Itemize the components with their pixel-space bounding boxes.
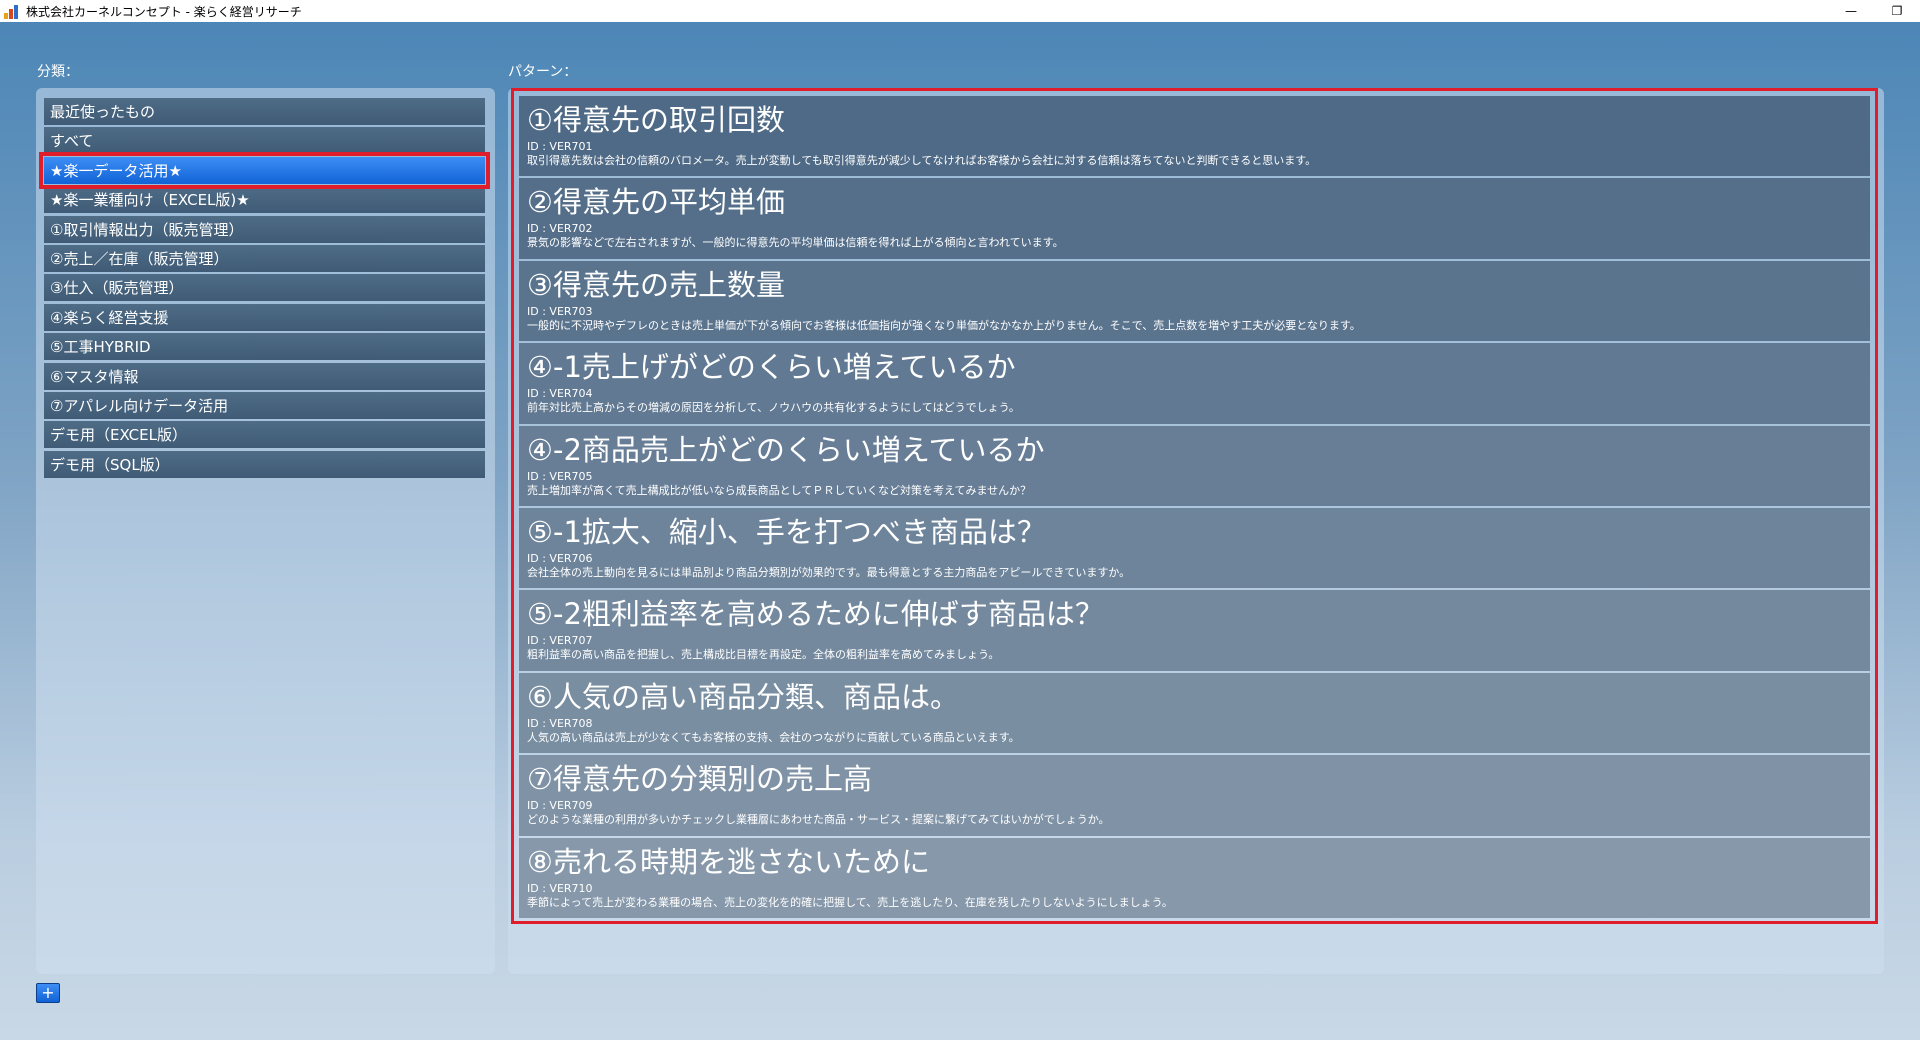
pattern-description: 会社全体の売上動向を見るには単品別より商品分類別が効果的です。最も得意とする主力…	[527, 565, 1131, 579]
pattern-title: ①得意先の取引回数	[527, 103, 785, 137]
pattern-id: ID : VER703	[527, 304, 593, 318]
pattern-id: ID : VER702	[527, 222, 593, 236]
pattern-label: パターン：	[508, 64, 578, 80]
minimize-button[interactable]: —	[1828, 0, 1874, 22]
category-item-management-support[interactable]: ④楽らく経営支援	[44, 303, 485, 331]
pattern-highlight-frame: ①得意先の取引回数 ID : VER701 取引得意先数は会社の信頼のバロメータ…	[511, 88, 1878, 924]
pattern-description: どのような業種の利用が多いかチェックし業種層にあわせた商品・サービス・提案に繋げ…	[527, 813, 1110, 827]
add-button[interactable]: +	[36, 983, 60, 1003]
pattern-title: ⑦得意先の分類別の売上高	[527, 762, 872, 797]
pattern-item[interactable]: ①得意先の取引回数 ID : VER701 取引得意先数は会社の信頼のバロメータ…	[519, 96, 1870, 177]
pattern-item[interactable]: ④-2商品売上がどのくらい増えているか ID : VER705 売上増加率が高く…	[519, 425, 1870, 506]
pattern-item[interactable]: ②得意先の平均単価 ID : VER702 景気の影響などで左右されますが、一般…	[519, 178, 1870, 259]
pattern-id: ID : VER704	[527, 387, 593, 401]
pattern-panel: ①得意先の取引回数 ID : VER701 取引得意先数は会社の信頼のバロメータ…	[508, 88, 1884, 974]
pattern-item[interactable]: ⑤-2粗利益率を高めるために伸ばす商品は？ ID : VER707 粗利益率の高…	[519, 590, 1870, 671]
pattern-description: 季節によって売上が変わる業種の場合、売上の変化を的確に把握して、売上を逃したり、…	[527, 895, 1173, 909]
pattern-id: ID : VER710	[527, 881, 593, 895]
category-item-demo-excel[interactable]: デモ用（EXCEL版）	[44, 421, 485, 449]
pattern-description: 粗利益率の高い商品を把握し、売上構成比目標を再設定。全体の粗利益率を高めてみまし…	[527, 648, 1000, 662]
pattern-description: 売上増加率が高くて売上構成比が低いなら成長商品としてＰＲしていくなど対策を考えて…	[527, 483, 1032, 497]
pattern-title: ⑤-1拡大、縮小、手を打つべき商品は？	[527, 514, 1046, 549]
category-item-rakuichi-industry[interactable]: ★楽一業種向け（EXCEL版)★	[44, 186, 485, 214]
pattern-title: ⑥人気の高い商品分類、商品は。	[527, 679, 959, 714]
category-item-master-info[interactable]: ⑥マスタ情報	[44, 362, 485, 390]
pattern-description: 人気の高い商品は売上が少なくてもお客様の支持、会社のつながりに貢献している商品と…	[527, 730, 1020, 744]
pattern-list: ①得意先の取引回数 ID : VER701 取引得意先数は会社の信頼のバロメータ…	[519, 96, 1870, 920]
category-item-transaction-output[interactable]: ①取引情報出力（販売管理）	[44, 215, 485, 243]
pattern-id: ID : VER709	[527, 799, 593, 813]
pattern-title: ⑧売れる時期を逃さないために	[527, 844, 930, 879]
pattern-item[interactable]: ④-1売上げがどのくらい増えているか ID : VER704 前年対比売上高から…	[519, 343, 1870, 424]
pattern-item[interactable]: ⑧売れる時期を逃さないために ID : VER710 季節によって売上が変わる業…	[519, 837, 1870, 918]
category-item-apparel[interactable]: ⑦アパレル向けデータ活用	[44, 391, 485, 419]
pattern-description: 前年対比売上高からその増減の原因を分析して、ノウハウの共有化するようにしてはどう…	[527, 401, 1020, 415]
pattern-id: ID : VER706	[527, 551, 593, 565]
pattern-description: 取引得意先数は会社の信頼のバロメータ。売上が変動しても取引得意先が減少してなけれ…	[527, 154, 1317, 167]
category-item-all[interactable]: すべて	[44, 127, 485, 155]
pattern-id: ID : VER705	[527, 469, 593, 483]
pattern-item[interactable]: ⑥人気の高い商品分類、商品は。 ID : VER708 人気の高い商品は売上が少…	[519, 672, 1870, 754]
category-label: 分類：	[37, 64, 79, 80]
category-item-demo-sql[interactable]: デモ用（SQL版）	[44, 450, 485, 478]
pattern-description: 一般的に不況時やデフレのときは売上単価が下がる傾向でお客様は低価指向が強くなり単…	[527, 318, 1361, 332]
pattern-title: ③得意先の売上数量	[527, 267, 785, 302]
category-item-construction-hybrid[interactable]: ⑤工事HYBRID	[44, 333, 485, 361]
pattern-id: ID : VER708	[527, 716, 593, 730]
pattern-id: ID : VER701	[527, 140, 593, 153]
pattern-item[interactable]: ⑦得意先の分類別の売上高 ID : VER709 どのような業種の利用が多いかチ…	[519, 755, 1870, 836]
category-item-rakuichi-data[interactable]: ★楽一データ活用★	[39, 151, 490, 189]
category-panel: 最近使ったもの すべて ★楽一データ活用★ ★楽一業種向け（EXCEL版)★ ①…	[36, 88, 495, 974]
pattern-title: ②得意先の平均単価	[527, 185, 785, 220]
pattern-title: ④-1売上げがどのくらい増えているか	[527, 350, 1016, 385]
pattern-description: 景気の影響などで左右されますが、一般的に得意先の平均単価は信頼を得れば上がる傾向…	[527, 236, 1064, 250]
pattern-title: ⑤-2粗利益率を高めるために伸ばす商品は？	[527, 597, 1104, 632]
pattern-id: ID : VER707	[527, 634, 593, 648]
pattern-item[interactable]: ⑤-1拡大、縮小、手を打つべき商品は？ ID : VER706 会社全体の売上動…	[519, 507, 1870, 589]
category-item-sales-inventory[interactable]: ②売上／在庫（販売管理）	[44, 244, 485, 272]
pattern-title: ④-2商品売上がどのくらい増えているか	[527, 432, 1045, 467]
category-item-recent[interactable]: 最近使ったもの	[44, 98, 485, 125]
title-bar: 株式会社カーネルコンセプト - 楽らく経営リサーチ — ❐ ✕	[0, 0, 1920, 22]
category-item-purchase[interactable]: ③仕入（販売管理）	[44, 274, 485, 302]
window-title: 株式会社カーネルコンセプト - 楽らく経営リサーチ	[26, 4, 302, 19]
category-list: 最近使ったもの すべて ★楽一データ活用★ ★楽一業種向け（EXCEL版)★ ①…	[39, 98, 490, 480]
app-chart-icon	[4, 3, 20, 19]
pattern-item[interactable]: ③得意先の売上数量 ID : VER703 一般的に不況時やデフレのときは売上単…	[519, 260, 1870, 342]
restore-button[interactable]: ❐	[1874, 0, 1920, 22]
